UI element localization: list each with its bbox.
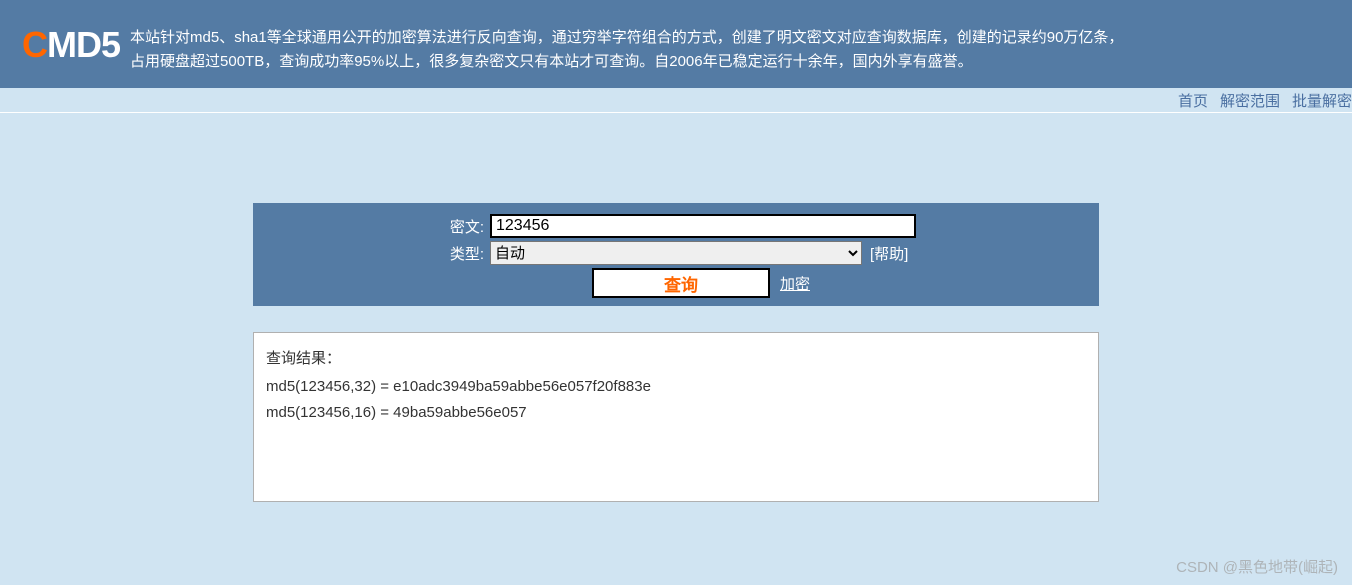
- result-line-1: md5(123456,32) = e10adc3949ba59abbe56e05…: [266, 374, 1086, 400]
- result-line-2: md5(123456,16) = 49ba59abbe56e057: [266, 400, 1086, 426]
- help-link[interactable]: [帮助]: [870, 243, 908, 264]
- query-form: 密文: 类型: 自动 [帮助] 查询 加密: [253, 203, 1099, 306]
- site-header: CMD5 本站针对md5、sha1等全球通用公开的加密算法进行反向查询，通过穷举…: [0, 0, 1352, 88]
- type-label: 类型:: [436, 243, 484, 264]
- nav-home[interactable]: 首页: [1178, 90, 1208, 111]
- nav-range[interactable]: 解密范围: [1220, 90, 1280, 111]
- site-logo: CMD5: [22, 24, 120, 66]
- logo-letter-c: C: [22, 24, 47, 65]
- query-button[interactable]: 查询: [592, 268, 770, 298]
- type-select[interactable]: 自动: [490, 241, 862, 265]
- encrypt-link[interactable]: 加密: [780, 273, 810, 294]
- site-description: 本站针对md5、sha1等全球通用公开的加密算法进行反向查询，通过穷举字符组合的…: [130, 26, 1130, 74]
- result-box: 查询结果： md5(123456,32) = e10adc3949ba59abb…: [253, 332, 1099, 502]
- cipher-label: 密文:: [436, 216, 484, 237]
- nav-batch[interactable]: 批量解密: [1292, 90, 1352, 111]
- nav-bar: 首页 解密范围 批量解密: [0, 88, 1352, 113]
- logo-text: MD5: [47, 24, 120, 65]
- watermark: CSDN @黑色地带(崛起): [1176, 556, 1338, 577]
- cipher-input[interactable]: [490, 214, 916, 238]
- spacer: [0, 113, 1352, 203]
- result-title: 查询结果：: [266, 347, 1086, 368]
